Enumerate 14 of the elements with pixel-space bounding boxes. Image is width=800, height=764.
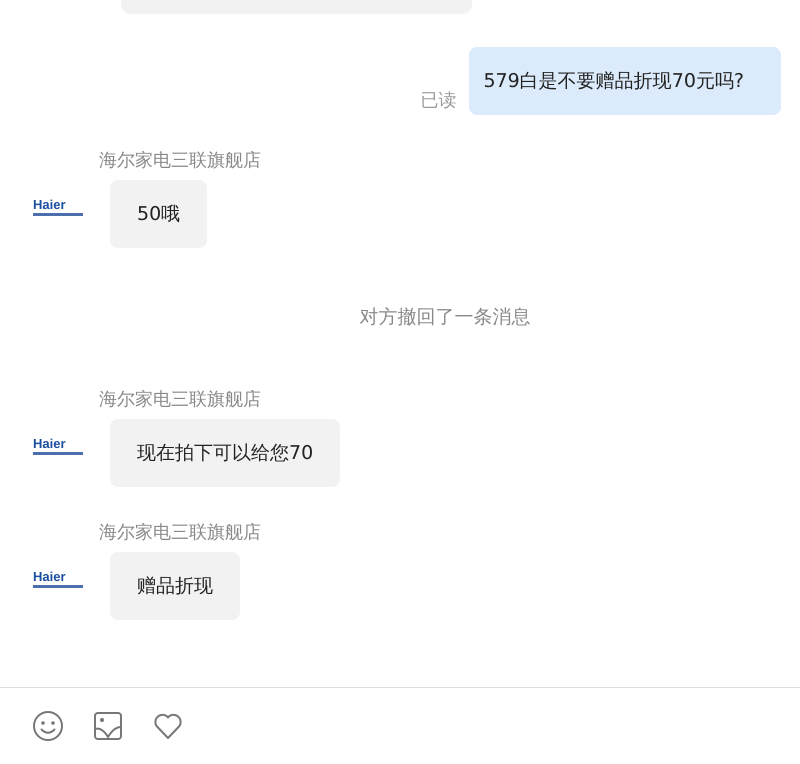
system-notice: 对方撤回了一条消息 [360, 305, 530, 329]
sender-name: 海尔家电三联旗舰店 [99, 389, 261, 411]
store-logo: Haier [33, 437, 85, 455]
message-bubble: 赠品折现 [110, 552, 240, 620]
emoji-icon[interactable] [32, 710, 64, 742]
store-logo: Haier [33, 198, 85, 216]
image-icon[interactable] [92, 710, 124, 742]
sender-name: 海尔家电三联旗舰店 [99, 150, 261, 172]
message-bubble: 50哦 [110, 180, 208, 248]
read-receipt: 已读 [420, 92, 456, 110]
sender-name: 海尔家电三联旗舰店 [99, 522, 261, 544]
store-logo: Haier [33, 570, 85, 588]
message-bubble: 现在拍下可以给您70 [110, 419, 340, 487]
message-bubble: 579白是不要赠品折现70元吗? [469, 47, 781, 115]
